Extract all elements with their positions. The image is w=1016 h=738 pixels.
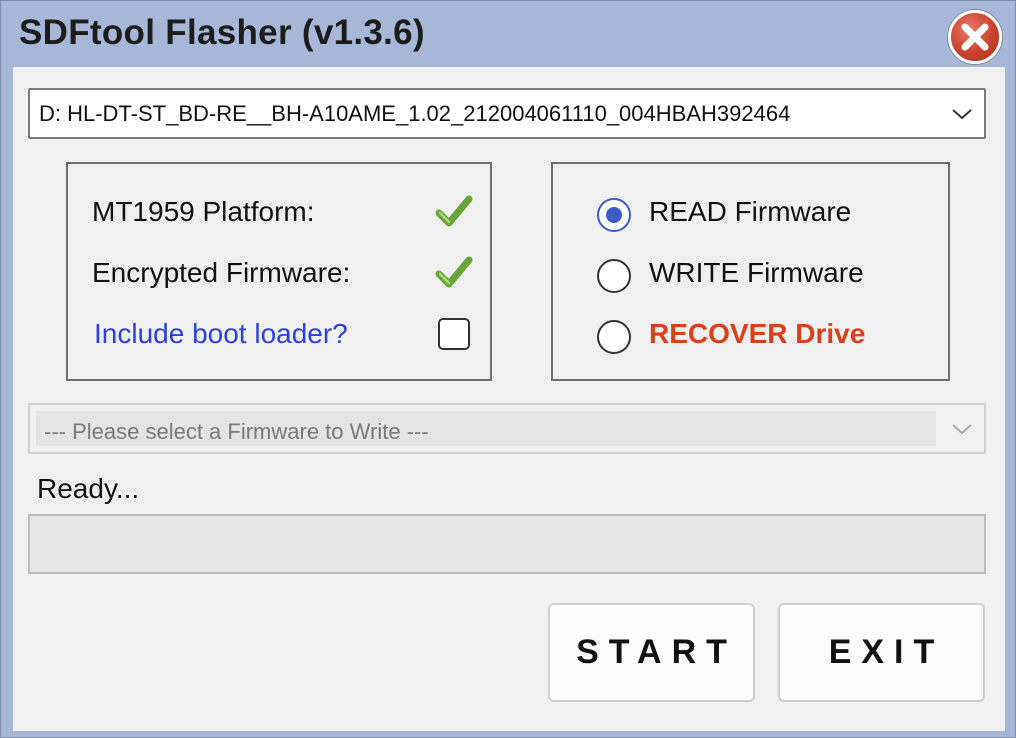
radio-recover-drive[interactable]: RECOVER Drive [597, 318, 917, 358]
radio-label: RECOVER Drive [649, 318, 866, 349]
radio-read-firmware[interactable]: READ Firmware [597, 196, 917, 236]
chevron-down-icon [952, 424, 972, 435]
platform-checkmark-icon [435, 195, 473, 227]
drive-select[interactable]: D: HL-DT-ST_BD-RE__BH-A10AME_1.02_212004… [28, 88, 986, 139]
radio-button[interactable] [597, 320, 631, 354]
start-button[interactable]: START [548, 603, 755, 702]
radio-button[interactable] [597, 259, 631, 293]
radio-label: READ Firmware [649, 196, 852, 227]
flasher-window: SDFtool Flasher (v1.3.6) D: HL-DT-ST_BD-… [0, 0, 1016, 738]
firmware-select-placeholder: --- Please select a Firmware to Write --… [44, 419, 429, 444]
progress-bar [28, 514, 986, 574]
bootloader-checkbox[interactable] [438, 318, 470, 350]
bootloader-label[interactable]: Include boot loader? [94, 318, 348, 350]
platform-label: MT1959 Platform: [92, 196, 315, 227]
close-icon [961, 23, 989, 51]
radio-write-firmware[interactable]: WRITE Firmware [597, 257, 917, 297]
close-button[interactable] [948, 10, 1002, 64]
encrypted-label: Encrypted Firmware: [92, 257, 351, 288]
window-title: SDFtool Flasher (v1.3.6) [19, 13, 425, 52]
chevron-down-icon [952, 109, 972, 120]
mode-group: READ Firmware WRITE Firmware RECOVER Dri… [551, 162, 950, 381]
status-text: Ready... [37, 473, 140, 504]
firmware-select-field: --- Please select a Firmware to Write --… [36, 411, 936, 446]
radio-label: WRITE Firmware [649, 257, 864, 288]
encrypted-checkmark-icon [435, 256, 473, 288]
title-bar[interactable]: SDFtool Flasher (v1.3.6) [1, 1, 1016, 67]
client-area: D: HL-DT-ST_BD-RE__BH-A10AME_1.02_212004… [13, 67, 1005, 731]
drive-select-value: D: HL-DT-ST_BD-RE__BH-A10AME_1.02_212004… [39, 101, 791, 126]
firmware-select[interactable]: --- Please select a Firmware to Write --… [28, 403, 986, 454]
radio-button[interactable] [597, 198, 631, 232]
drive-info-group: MT1959 Platform: Encrypted Firmware: Inc… [66, 162, 492, 381]
exit-button[interactable]: EXIT [778, 603, 985, 702]
